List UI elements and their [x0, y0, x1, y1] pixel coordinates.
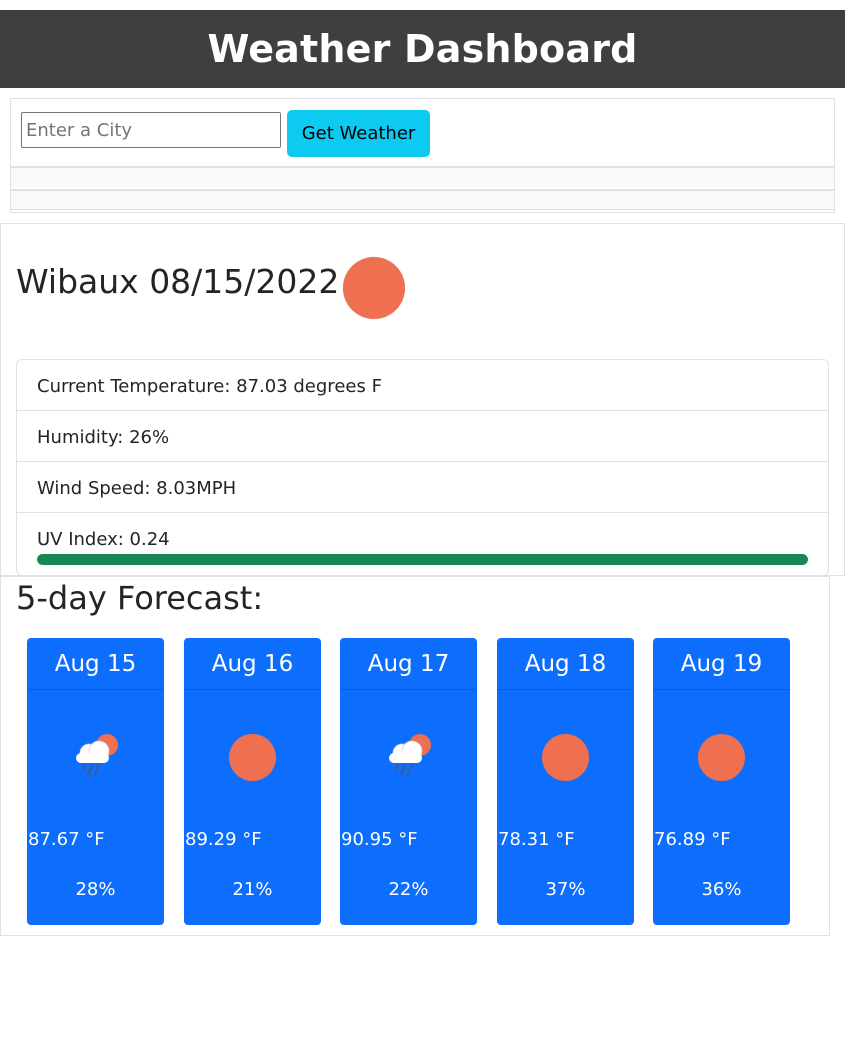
- forecast-card: Aug 17 90.95 °F 22%: [340, 638, 477, 925]
- forecast-humidity: 22%: [388, 879, 429, 900]
- forecast-date: Aug 19: [653, 638, 790, 690]
- forecast-date: Aug 15: [27, 638, 164, 690]
- forecast-humidity: 28%: [75, 879, 116, 900]
- forecast-card: Aug 15 87.67 °F 28%: [27, 638, 164, 925]
- current-weather-panel: Wibaux 08/15/2022 Current Temperature: 8…: [0, 223, 845, 576]
- sun-icon: [542, 734, 589, 781]
- sun-icon: [698, 734, 745, 781]
- forecast-card: Aug 19 76.89 °F 36%: [653, 638, 790, 925]
- uv-index-item: UV Index: 0.24: [17, 513, 828, 575]
- forecast-temperature: 89.29 °F: [185, 829, 262, 850]
- uv-index-bar: [37, 554, 808, 565]
- search-panel: Get Weather: [10, 98, 835, 213]
- uv-index-bar-fill: [37, 554, 808, 565]
- forecast-title: 5-day Forecast:: [16, 579, 264, 617]
- current-stats-list: Current Temperature: 87.03 degrees F Hum…: [16, 359, 829, 576]
- current-temperature: Current Temperature: 87.03 degrees F: [17, 360, 828, 411]
- cloud-rain-sun-icon: [389, 734, 431, 775]
- forecast-date: Aug 18: [497, 638, 634, 690]
- forecast-card: Aug 16 89.29 °F 21%: [184, 638, 321, 925]
- page-title: Weather Dashboard: [207, 27, 638, 71]
- forecast-temperature: 90.95 °F: [341, 829, 418, 850]
- city-date-heading: Wibaux 08/15/2022: [16, 262, 339, 301]
- city-name: Wibaux: [16, 262, 139, 301]
- forecast-card: Aug 18 78.31 °F 37%: [497, 638, 634, 925]
- forecast-temperature: 78.31 °F: [498, 829, 575, 850]
- sun-icon: [343, 257, 405, 319]
- get-weather-button[interactable]: Get Weather: [287, 110, 430, 157]
- sun-icon: [229, 734, 276, 781]
- forecast-humidity: 21%: [232, 879, 273, 900]
- current-wind-speed: Wind Speed: 8.03MPH: [17, 462, 828, 513]
- search-history-item[interactable]: [11, 189, 834, 210]
- forecast-humidity: 37%: [545, 879, 586, 900]
- city-search-input[interactable]: [21, 112, 281, 148]
- forecast-date: Aug 17: [340, 638, 477, 690]
- page-header: Weather Dashboard: [0, 10, 845, 88]
- forecast-humidity: 36%: [701, 879, 742, 900]
- forecast-temperature: 76.89 °F: [654, 829, 731, 850]
- current-humidity: Humidity: 26%: [17, 411, 828, 462]
- forecast-panel: 5-day Forecast: Aug 15 87.67 °F 28% Aug …: [0, 576, 830, 936]
- forecast-temperature: 87.67 °F: [28, 829, 105, 850]
- forecast-date: Aug 16: [184, 638, 321, 690]
- cloud-rain-sun-icon: [76, 734, 118, 775]
- uv-index-label: UV Index: 0.24: [37, 529, 170, 550]
- current-date: 08/15/2022: [149, 262, 340, 301]
- search-history-item[interactable]: [11, 166, 834, 187]
